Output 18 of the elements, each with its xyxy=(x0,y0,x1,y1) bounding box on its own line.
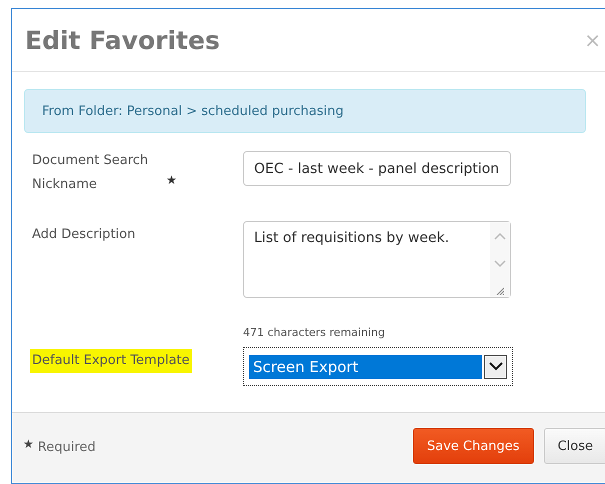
required-marker-text: ★ xyxy=(23,437,34,451)
highlighted-field-label: Default Export Template xyxy=(30,349,192,373)
dialog-title: Edit Favorites xyxy=(25,26,220,54)
close-button[interactable]: Close xyxy=(544,428,605,464)
scroll-down-icon[interactable] xyxy=(494,260,506,268)
character-counter: 471 characters remaining xyxy=(243,326,386,339)
required-marker-text: ★ xyxy=(166,173,177,187)
folder-alert: From Folder: Personal > scheduled purchasing xyxy=(24,89,586,133)
scroll-up-icon[interactable] xyxy=(494,232,506,240)
field-label: Document Search Nickname xyxy=(32,152,150,194)
required-note: Required xyxy=(38,440,96,455)
nickname-field[interactable]: OEC - last week - panel description xyxy=(243,151,511,186)
field-label: Add Description xyxy=(32,226,136,244)
description-field[interactable]: List of requisitions by week. xyxy=(243,221,511,298)
chevron-down-icon[interactable] xyxy=(488,362,502,371)
resize-grip-icon[interactable] xyxy=(496,287,504,295)
template-dropdown[interactable]: Screen Export xyxy=(243,347,513,386)
save-button[interactable]: Save Changes xyxy=(412,428,534,464)
